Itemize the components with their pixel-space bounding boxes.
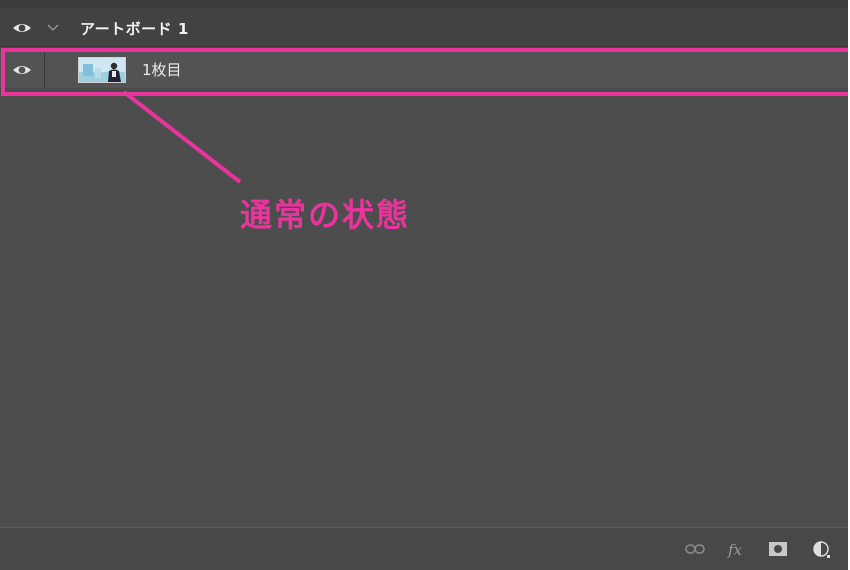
- link-icon[interactable]: [684, 538, 706, 560]
- fx-icon[interactable]: fx: [726, 538, 748, 560]
- layers-panel: アートボード 1 1枚目 fx: [0, 0, 848, 570]
- adjustment-icon[interactable]: [810, 538, 832, 560]
- chevron-down-icon[interactable]: [46, 20, 60, 34]
- panel-top-strip: [0, 0, 848, 8]
- artboard-name[interactable]: アートボード 1: [80, 18, 189, 39]
- layer-name[interactable]: 1枚目: [142, 59, 182, 80]
- svg-text:fx: fx: [727, 541, 743, 559]
- layer-thumbnail: [78, 57, 126, 83]
- panel-footer: fx: [0, 527, 848, 570]
- layer-row[interactable]: 1枚目: [0, 50, 848, 88]
- callout-label: 通常の状態: [240, 196, 411, 234]
- visibility-column-divider: [44, 50, 45, 88]
- eye-icon[interactable]: [4, 52, 40, 88]
- layers-empty-area: [0, 93, 848, 527]
- mask-icon[interactable]: [767, 538, 789, 560]
- eye-icon[interactable]: [4, 10, 40, 46]
- artboard-row[interactable]: アートボード 1: [0, 8, 848, 47]
